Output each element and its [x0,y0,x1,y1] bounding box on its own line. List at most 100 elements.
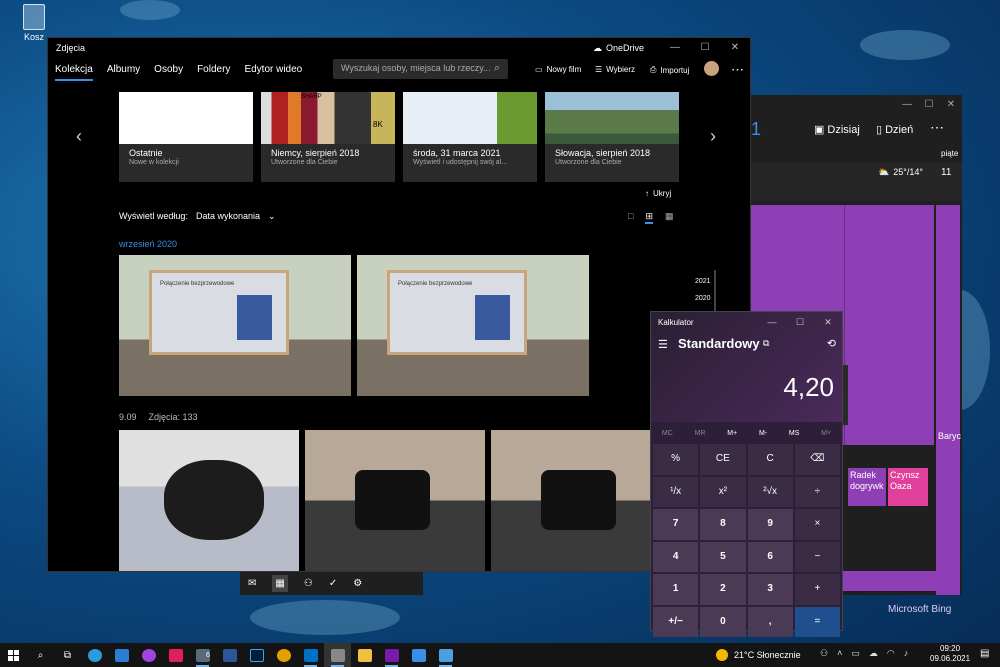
people-icon[interactable]: ⚇ [820,648,828,659]
divide-button[interactable]: ÷ [794,476,840,507]
reciprocal-button[interactable]: ¹/x [653,476,699,507]
photo-tile[interactable] [119,430,299,571]
hide-button[interactable]: ↑ Ukryj [645,189,671,198]
digit-7-button[interactable]: 7 [653,509,699,540]
volume-icon[interactable]: ♪ [904,648,909,659]
calendar-icon[interactable]: ▦ [272,575,288,592]
minimize-button[interactable]: — [660,38,690,58]
taskbar-store[interactable] [405,643,432,667]
collection-card[interactable]: SHARP 8K Niemcy, sierpień 2018 Utworzone… [261,92,395,182]
settings-gear-icon[interactable]: ⚙ [353,578,362,589]
taskbar-photos[interactable] [432,643,459,667]
digit-0-button[interactable]: 0 [700,606,746,637]
clear-entry-button[interactable]: CE [700,444,746,475]
taskbar-explorer[interactable] [351,643,378,667]
tab-people[interactable]: Osoby [154,64,183,81]
photo-tile[interactable]: Połączenie bezprzewodowe [357,255,589,396]
search-button[interactable]: ⌕ [27,643,54,667]
onedrive-status[interactable]: ☁ OneDrive [593,43,644,54]
battery-icon[interactable]: ▭ [851,648,860,659]
maximize-button[interactable]: ☐ [786,312,814,332]
digit-4-button[interactable]: 4 [653,541,699,572]
digit-5-button[interactable]: 5 [700,541,746,572]
clock[interactable]: 09:20 09.06.2021 [930,644,970,664]
large-tiles-icon[interactable]: □ [628,211,633,224]
maximize-button[interactable]: ☐ [690,38,720,58]
medium-tiles-icon[interactable]: ⊞ [645,211,653,224]
small-tiles-icon[interactable]: ▦ [665,211,674,224]
chevron-right-icon[interactable]: › [710,126,716,147]
tab-video-editor[interactable]: Edytor wideo [244,64,302,81]
event-radek[interactable]: Radek dogrywk [848,468,886,506]
equals-button[interactable]: = [794,606,840,637]
digit-6-button[interactable]: 6 [747,541,793,572]
select-button[interactable]: ☰ Wybierz [595,65,635,74]
clear-button[interactable]: C [747,444,793,475]
maximize-button[interactable]: ☐ [918,95,940,115]
taskbar-files[interactable]: 6 [189,643,216,667]
taskbar-word[interactable] [216,643,243,667]
keep-on-top-icon[interactable]: ⧉ [763,338,769,349]
memory-recall-button[interactable]: MR [695,430,706,437]
event-baryc[interactable]: Baryc [936,429,961,595]
taskbar-photoshop[interactable] [243,643,270,667]
subtract-button[interactable]: − [794,541,840,572]
digit-9-button[interactable]: 9 [747,509,793,540]
photo-tile[interactable] [305,430,485,571]
taskbar-messenger[interactable] [135,643,162,667]
photo-tile[interactable] [491,430,651,571]
wifi-icon[interactable]: ◠ [887,648,895,659]
chevron-up-icon[interactable]: ˄ [837,648,842,659]
minimize-button[interactable]: — [758,312,786,332]
more-options-icon[interactable]: ⋯ [731,62,744,78]
memory-store-button[interactable]: MS [789,430,800,437]
todo-icon[interactable]: ✓ [329,578,337,589]
timeline-year-2020[interactable]: 2020 [695,295,711,302]
collection-card[interactable]: środa, 31 marca 2021 Wyświetl i udostępn… [403,92,537,182]
close-button[interactable]: ✕ [814,312,842,332]
import-button[interactable]: ⎙ Importuj [650,65,689,75]
square-root-button[interactable]: ²√x [747,476,793,507]
taskbar-mail[interactable] [108,643,135,667]
mail-icon[interactable]: ✉ [248,578,256,589]
history-icon[interactable]: ⟲ [827,337,836,350]
event-czynsz[interactable]: Czynsz Oaza [888,468,928,506]
add-button[interactable]: + [794,574,840,605]
memory-add-button[interactable]: M+ [727,430,737,437]
taskbar-edge[interactable] [81,643,108,667]
timeline-year-2021[interactable]: 2021 [695,278,711,285]
taskbar-slack[interactable] [162,643,189,667]
digit-2-button[interactable]: 2 [700,574,746,605]
collection-card[interactable]: Słowacja, sierpień 2018 Utworzone dla Ci… [545,92,679,182]
taskbar-outlook[interactable] [297,643,324,667]
more-options-icon[interactable]: ⋯ [930,119,944,136]
taskbar-onenote[interactable] [378,643,405,667]
collection-card[interactable]: Ostatnie Nowe w kolekcji [119,92,253,182]
people-icon[interactable]: ⚇ [304,578,313,589]
calendar-block[interactable] [936,205,960,445]
hamburger-menu-icon[interactable]: ☰ [658,338,668,351]
task-view-button[interactable]: ⧉ [54,643,81,667]
tab-collection[interactable]: Kolekcja [55,64,93,81]
start-button[interactable] [0,643,27,667]
taskbar-calculator[interactable] [324,643,351,667]
digit-8-button[interactable]: 8 [700,509,746,540]
notification-center-icon[interactable]: ▤ [980,648,989,659]
search-input[interactable]: Wyszukaj osoby, miejsca lub rzeczy... ⌕ [333,59,508,79]
backspace-button[interactable]: ⌫ [794,444,840,475]
day-view-button[interactable]: ▯ Dzień [876,123,913,137]
decimal-button[interactable]: , [747,606,793,637]
memory-clear-button[interactable]: MC [662,430,673,437]
close-button[interactable]: ✕ [940,95,962,115]
tab-albums[interactable]: Albumy [107,64,140,81]
memory-subtract-button[interactable]: M- [759,430,767,437]
digit-1-button[interactable]: 1 [653,574,699,605]
taskbar-chrome[interactable] [270,643,297,667]
view-by-control[interactable]: Wyświetl według: Data wykonania ⌄ [119,211,276,222]
today-button[interactable]: ▣ Dzisiaj [814,123,860,137]
chevron-left-icon[interactable]: ‹ [76,126,82,147]
cloud-icon[interactable]: ☁ [869,648,878,659]
new-video-button[interactable]: ▭ Nowy film [535,65,581,74]
weather-widget[interactable]: 21°C Słonecznie [716,649,801,661]
digit-3-button[interactable]: 3 [747,574,793,605]
